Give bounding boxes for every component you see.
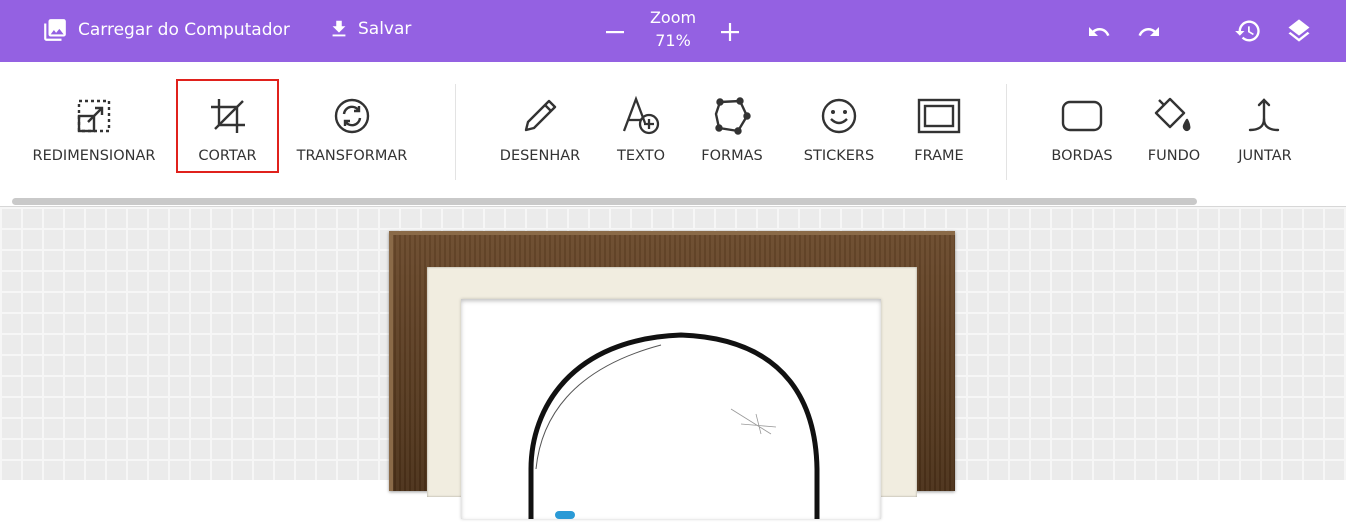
tool-label: FUNDO xyxy=(1147,148,1201,164)
tool-resize[interactable]: REDIMENSIONAR xyxy=(22,62,166,172)
transform-icon xyxy=(334,98,370,134)
tool-label: TRANSFORMAR xyxy=(296,148,408,164)
tool-label: STICKERS xyxy=(803,148,875,164)
download-icon xyxy=(332,20,346,37)
save-label: Salvar xyxy=(358,19,412,39)
history-button[interactable] xyxy=(1234,17,1262,45)
zoom-indicator: Zoom 71% xyxy=(640,6,706,52)
pencil-icon xyxy=(524,99,557,132)
tool-transform[interactable]: TRANSFORMAR xyxy=(288,62,416,172)
tool-background[interactable]: FUNDO xyxy=(1142,62,1206,172)
zoom-label: Zoom xyxy=(649,8,697,27)
top-bar: Carregar do Computador Salvar Zoom 71% xyxy=(0,0,1346,62)
redo-button[interactable] xyxy=(1134,20,1164,44)
tool-borders[interactable]: BORDAS xyxy=(1044,62,1120,172)
upload-from-computer-button[interactable]: Carregar do Computador xyxy=(42,17,290,43)
drawing-image xyxy=(528,332,820,524)
resize-icon xyxy=(77,99,111,133)
image-upload-icon xyxy=(44,19,66,41)
crop-icon xyxy=(210,99,245,133)
tool-label: BORDAS xyxy=(1051,148,1113,164)
tool-label: CORTAR xyxy=(198,148,257,164)
tool-stickers[interactable]: STICKERS xyxy=(794,62,884,172)
rounded-rect-icon xyxy=(1061,100,1103,132)
undo-button[interactable] xyxy=(1084,20,1114,44)
layers-button[interactable] xyxy=(1285,17,1313,45)
zoom-in-button[interactable] xyxy=(718,20,742,44)
undo-icon xyxy=(1089,27,1110,36)
editor-canvas-area[interactable] xyxy=(0,207,1346,524)
tool-crop[interactable]: CORTAR xyxy=(176,79,279,173)
toolbar-horizontal-scrollbar[interactable] xyxy=(12,198,1197,205)
tool-label: JUNTAR xyxy=(1238,148,1292,164)
frame-icon xyxy=(917,98,961,134)
history-icon xyxy=(1235,20,1260,42)
shapes-icon xyxy=(714,97,751,135)
layers-icon xyxy=(1288,19,1310,42)
save-button[interactable]: Salvar xyxy=(328,17,411,41)
tool-shapes[interactable]: FORMAS xyxy=(694,62,770,172)
minus-icon xyxy=(606,31,624,34)
merge-icon xyxy=(1248,98,1280,132)
tool-label: FRAME xyxy=(914,148,964,164)
paint-bucket-icon xyxy=(1154,97,1191,131)
smiley-icon xyxy=(821,98,857,134)
tool-text[interactable]: TEXTO xyxy=(606,62,676,172)
frame-mat xyxy=(427,267,917,524)
toolbar-divider xyxy=(1006,84,1007,180)
zoom-value: 71% xyxy=(655,31,691,50)
tool-label: TEXTO xyxy=(617,148,665,164)
text-add-icon xyxy=(622,95,660,135)
upload-label: Carregar do Computador xyxy=(78,20,290,40)
tool-draw[interactable]: DESENHAR xyxy=(492,62,588,172)
tool-label: DESENHAR xyxy=(499,148,581,164)
tools-toolbar: REDIMENSIONAR CORTAR TRANSFORMAR DESENHA… xyxy=(0,62,1346,207)
tool-label: FORMAS xyxy=(701,148,763,164)
toolbar-divider xyxy=(455,84,456,180)
redo-icon xyxy=(1138,27,1159,36)
tool-merge[interactable]: JUNTAR xyxy=(1228,62,1302,172)
plus-icon xyxy=(721,23,739,41)
tool-label: REDIMENSIONAR xyxy=(32,148,156,164)
canvas-image[interactable] xyxy=(461,299,881,524)
zoom-out-button[interactable] xyxy=(603,20,627,44)
tool-frame[interactable]: FRAME xyxy=(904,62,974,172)
picture-frame xyxy=(389,231,955,524)
